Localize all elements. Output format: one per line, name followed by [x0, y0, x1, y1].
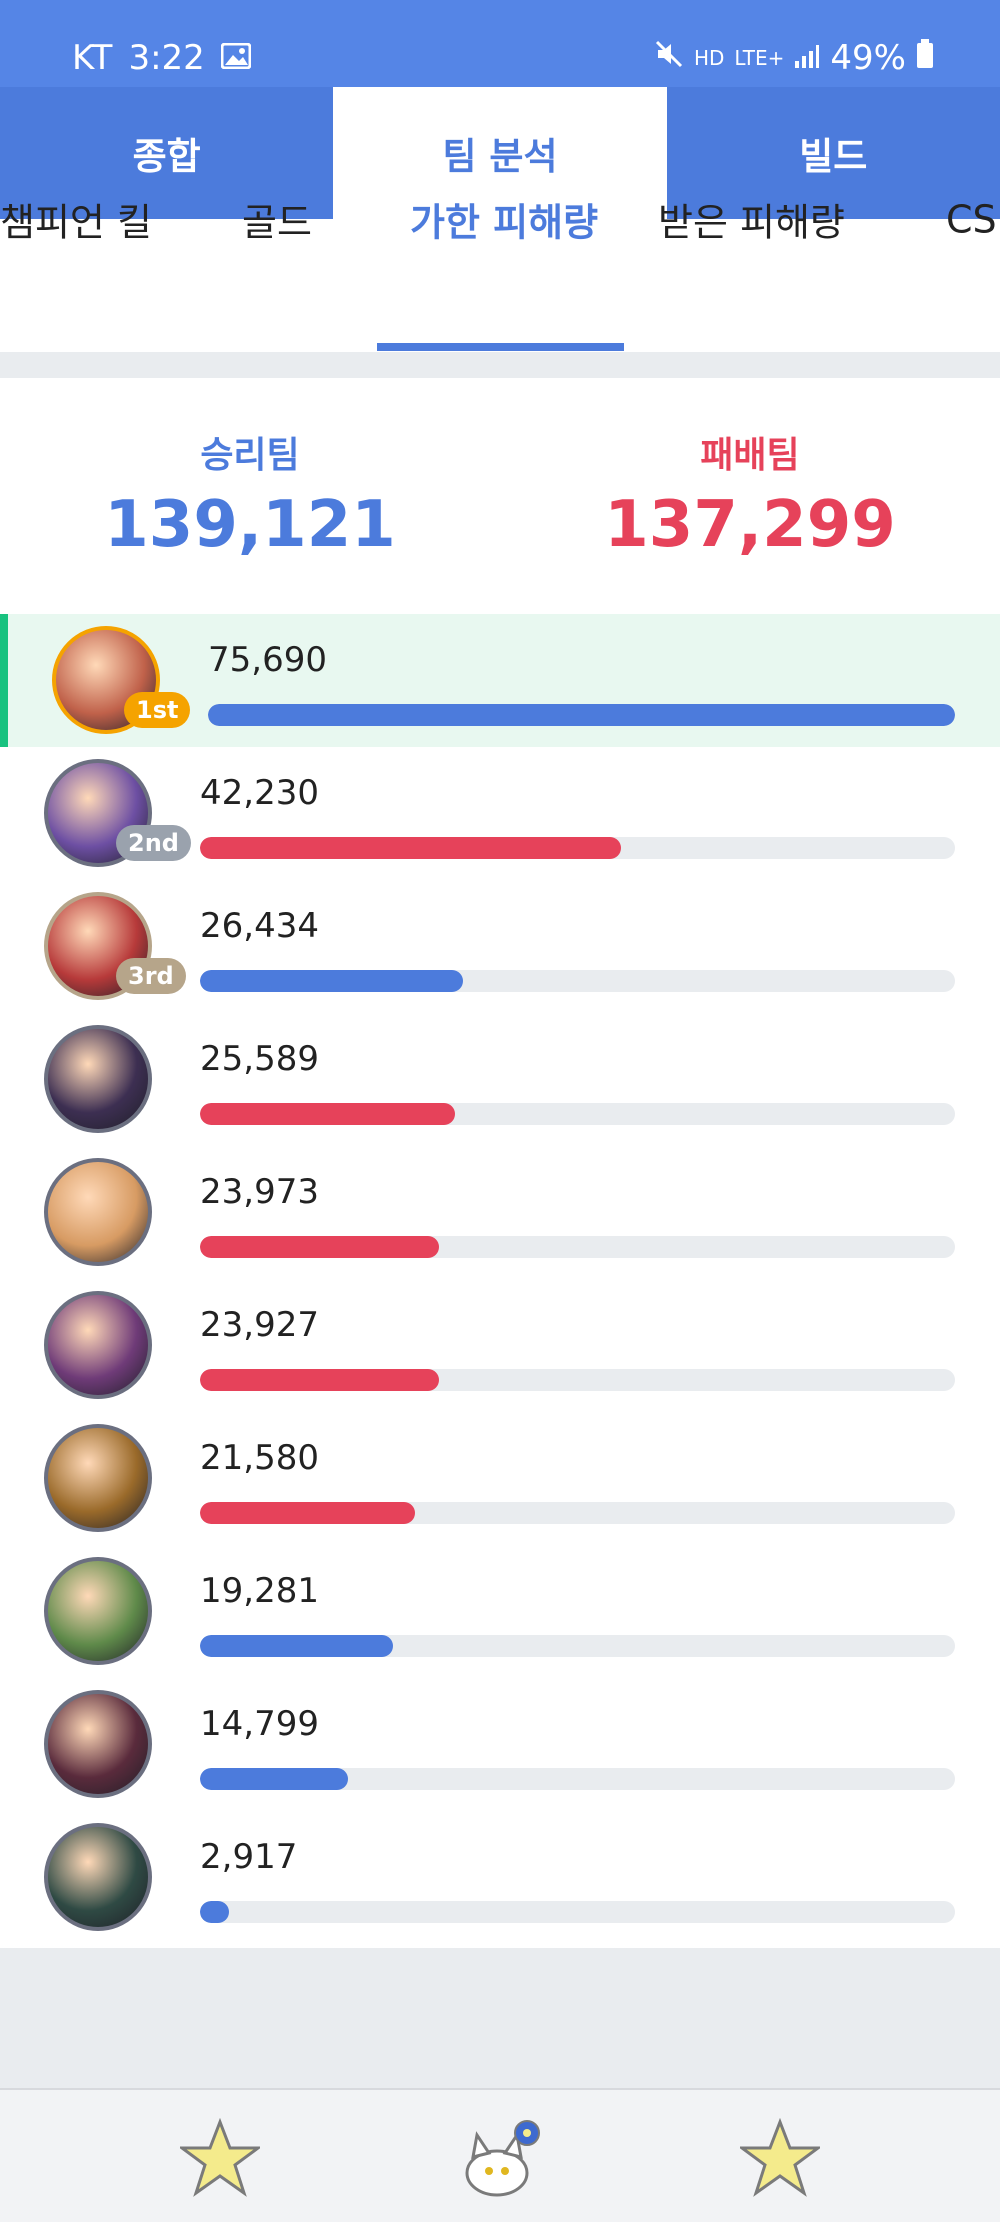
champion-avatar[interactable] — [44, 1557, 152, 1665]
damage-bar-fill — [200, 1901, 230, 1923]
bottom-nav — [0, 2088, 1000, 2222]
battery-icon — [916, 38, 934, 78]
mute-icon — [654, 38, 684, 78]
win-team-total: 139,121 — [104, 488, 396, 562]
status-right: HD LTE+ 49% — [654, 38, 934, 78]
damage-bar-fill — [200, 970, 464, 992]
rank-badge: 2nd — [116, 825, 191, 861]
champion-avatar[interactable] — [44, 1424, 152, 1532]
ranking-row[interactable]: 25,589 — [0, 1013, 1000, 1146]
champion-avatar[interactable] — [44, 1158, 152, 1266]
champion-avatar[interactable] — [44, 1823, 152, 1931]
subtab-gold[interactable]: 골드 — [242, 153, 312, 286]
status-bar: KT 3:22 HD LTE+ 49% — [0, 0, 1000, 87]
champion-avatar[interactable] — [44, 1690, 152, 1798]
damage-ranking-list: 1st 75,690 2nd 42,230 3rd 26,434 25,589 23,973 2… — [0, 614, 1000, 1944]
battery-percent: 49% — [830, 38, 906, 78]
damage-bar-track — [200, 970, 955, 992]
signal-icon — [794, 38, 820, 78]
damage-bar-track — [200, 1502, 955, 1524]
star-icon[interactable] — [732, 2110, 828, 2206]
damage-bar-fill — [200, 1502, 416, 1524]
damage-value: 23,927 — [200, 1305, 319, 1345]
subtab-damage-dealt[interactable]: 가한 피해량 — [410, 153, 598, 286]
damage-bar-fill — [200, 837, 622, 859]
lose-team-label: 패배팀 — [700, 435, 800, 476]
active-tab-indicator — [377, 343, 624, 351]
ranking-row[interactable]: 1st 75,690 — [0, 614, 1000, 747]
damage-bar-track — [200, 1635, 955, 1657]
ranking-row[interactable]: 14,799 — [0, 1678, 1000, 1811]
subtab-damage-taken[interactable]: 받은 피해량 — [658, 153, 845, 286]
damage-value: 75,690 — [208, 640, 327, 680]
champion-avatar[interactable] — [44, 1291, 152, 1399]
rank-badge: 3rd — [116, 958, 186, 994]
damage-bar-track — [200, 1901, 955, 1923]
subtab-champion-kills[interactable]: 챔피언 킬 — [0, 153, 152, 286]
lte-icon: LTE+ — [734, 46, 785, 70]
damage-value: 23,973 — [200, 1172, 319, 1212]
damage-bar-track — [200, 837, 955, 859]
damage-bar-fill — [200, 1635, 393, 1657]
damage-value: 42,230 — [200, 773, 319, 813]
damage-bar-fill — [200, 1369, 439, 1391]
ranking-row[interactable]: 2nd 42,230 — [0, 747, 1000, 880]
ranking-row[interactable]: 21,580 — [0, 1412, 1000, 1545]
win-team-label: 승리팀 — [200, 435, 300, 476]
cat-mascot-icon[interactable] — [452, 2110, 548, 2206]
clock-time: 3:22 — [128, 38, 205, 78]
ranking-row[interactable]: 3rd 26,434 — [0, 880, 1000, 1013]
carrier-label: KT — [72, 38, 113, 78]
damage-bar-track — [200, 1236, 955, 1258]
damage-value: 26,434 — [200, 906, 319, 946]
gallery-icon — [220, 38, 252, 78]
ranking-row[interactable]: 19,281 — [0, 1545, 1000, 1678]
damage-value: 2,917 — [200, 1837, 298, 1877]
ranking-row[interactable]: 23,927 — [0, 1279, 1000, 1412]
damage-value: 14,799 — [200, 1704, 319, 1744]
hd-icon: HD — [693, 46, 725, 70]
section-divider — [0, 352, 1000, 378]
damage-bar-track — [208, 704, 955, 726]
damage-value: 25,589 — [200, 1039, 319, 1079]
damage-value: 19,281 — [200, 1571, 319, 1611]
champion-avatar[interactable] — [44, 1025, 152, 1133]
footer-spacer — [0, 1948, 1000, 2088]
damage-bar-track — [200, 1103, 955, 1125]
rank-badge: 1st — [124, 692, 191, 728]
damage-bar-track — [200, 1369, 955, 1391]
damage-bar-fill — [208, 704, 955, 726]
ranking-row[interactable]: 2,917 — [0, 1811, 1000, 1944]
damage-bar-fill — [200, 1768, 348, 1790]
damage-bar-fill — [200, 1103, 456, 1125]
subtab-cs[interactable]: CS — [946, 153, 997, 286]
lose-team-total: 137,299 — [604, 488, 896, 562]
damage-value: 21,580 — [200, 1438, 319, 1478]
status-left: KT 3:22 — [72, 38, 252, 78]
star-icon[interactable] — [172, 2110, 268, 2206]
ranking-row[interactable]: 23,973 — [0, 1146, 1000, 1279]
sub-tab-bar: 챔피언 킬 골드 가한 피해량 받은 피해량 CS — [0, 197, 1000, 352]
damage-bar-track — [200, 1768, 955, 1790]
damage-bar-fill — [200, 1236, 440, 1258]
